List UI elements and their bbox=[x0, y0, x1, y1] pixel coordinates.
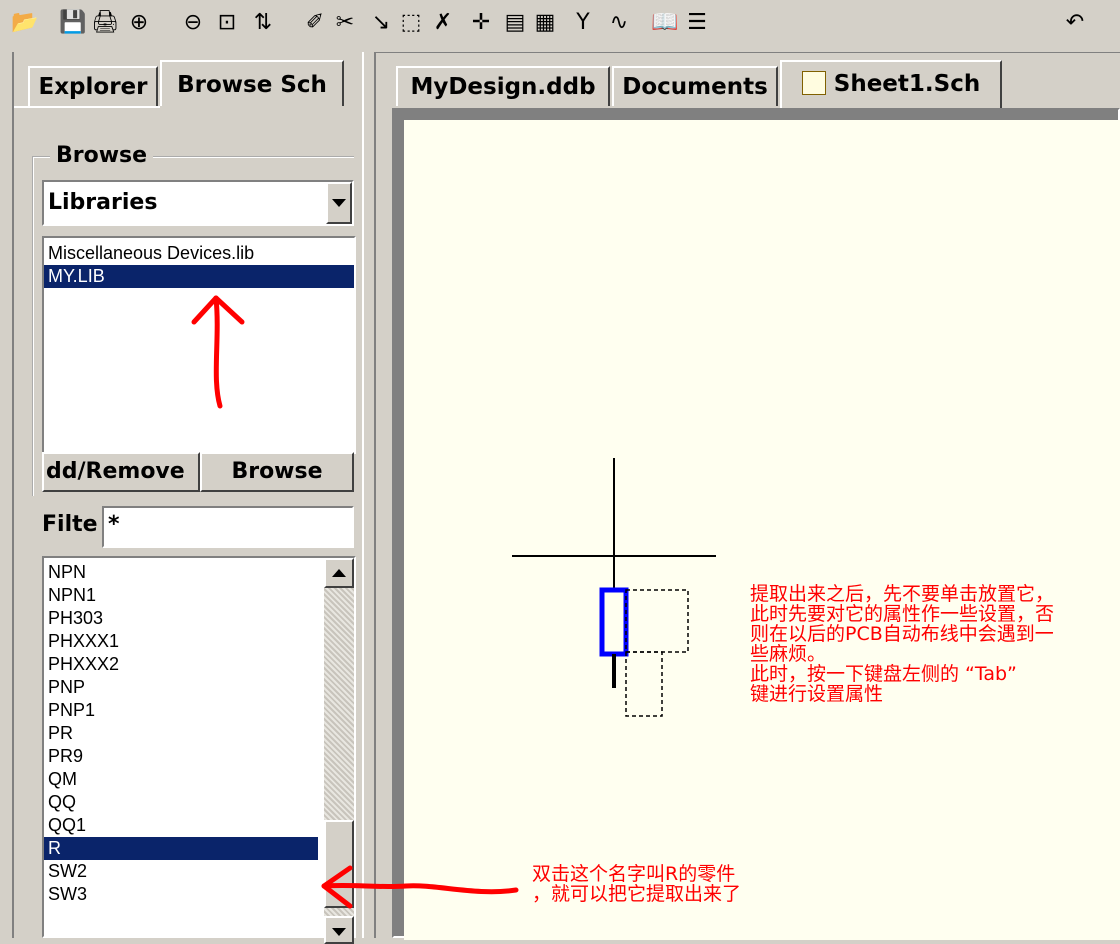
undo-icon[interactable]: ↶ bbox=[1060, 8, 1090, 38]
browse-select[interactable]: Libraries bbox=[42, 180, 354, 226]
simulate-icon[interactable]: ∿ bbox=[604, 8, 634, 38]
comment-outline bbox=[625, 651, 663, 717]
canvas-annotation: 提取出来之后，先不要单击放置它， 此时先要对它的属性作一些设置，否 则在以后的PCB… bbox=[750, 583, 1055, 705]
component-item[interactable]: PNP bbox=[44, 676, 318, 699]
annotation-line: 此时，按一下键盘左侧的 “Tab” bbox=[750, 663, 1017, 685]
doc-tab-mydesign[interactable]: MyDesign.ddb bbox=[396, 66, 610, 106]
list-icon[interactable]: ☰ bbox=[682, 8, 712, 38]
doc-tab-documents[interactable]: Documents bbox=[612, 66, 778, 106]
annotation-line: 双击这个名字叫R的零件 bbox=[532, 863, 736, 885]
annotation-line: 提取出来之后，先不要单击放置它， bbox=[750, 583, 1055, 605]
arrow-up-icon bbox=[332, 569, 346, 577]
component-item[interactable]: PHXXX1 bbox=[44, 630, 318, 653]
deselect-icon[interactable]: ✗ bbox=[428, 8, 458, 38]
zoom-fit-icon[interactable]: ⊡ bbox=[212, 8, 242, 38]
filter-input[interactable]: * bbox=[102, 506, 354, 548]
component-item[interactable]: PHXXX2 bbox=[44, 653, 318, 676]
arrow-down-icon bbox=[332, 928, 346, 936]
save-icon[interactable]: 💾 bbox=[58, 8, 88, 38]
magic-wand-icon[interactable]: ✐ bbox=[300, 8, 330, 38]
tab-browse-sch-label: Browse Sch bbox=[177, 72, 327, 98]
doc-tab-sheet1-label: Sheet1.Sch bbox=[833, 71, 981, 97]
book-icon[interactable]: 📖 bbox=[650, 8, 680, 38]
tab-browse-sch[interactable]: Browse Sch bbox=[160, 60, 344, 106]
component-item[interactable]: SW3 bbox=[44, 883, 318, 906]
component-preview[interactable] bbox=[500, 450, 730, 730]
hierarchy-icon[interactable]: ⇅ bbox=[248, 8, 278, 38]
component-item[interactable]: PR9 bbox=[44, 745, 318, 768]
annotation-line: 键进行设置属性 bbox=[750, 683, 884, 705]
component-item[interactable]: R bbox=[44, 837, 318, 860]
component-item[interactable]: NPN1 bbox=[44, 584, 318, 607]
toolbar: 📂 💾 🖨 ⊕ ⊖ ⊡ ⇅ ✐ ✂ ↘ ⬚ ✗ ✛ ▤ ▦ Y ∿ 📖 ☰ ↶ bbox=[0, 0, 1120, 53]
list-annotation: 双击这个名字叫R的零件 ，就可以把它提取出来了 bbox=[532, 863, 742, 905]
line-tool-icon[interactable]: ↘ bbox=[366, 8, 396, 38]
component-item[interactable]: QQ bbox=[44, 791, 318, 814]
component-list[interactable]: NPN NPN1 PH303 PHXXX1 PHXXX2 PNP PNP1 PR PR9 QM QQ… bbox=[42, 556, 356, 938]
zoom-in-icon[interactable]: ⊕ bbox=[124, 8, 154, 38]
annotation-line: 则在以后的PCB自动布线中会遇到一 bbox=[750, 623, 1054, 645]
annotation-line: ，就可以把它提取出来了 bbox=[532, 883, 742, 905]
zoom-out-icon[interactable]: ⊖ bbox=[178, 8, 208, 38]
filter-label: Filte bbox=[42, 512, 98, 537]
scroll-up-button[interactable] bbox=[324, 558, 354, 588]
select-rect-icon[interactable]: ⬚ bbox=[396, 8, 426, 38]
probe-icon[interactable]: Y bbox=[568, 8, 598, 38]
add-remove-label: dd/Remove bbox=[46, 459, 185, 484]
tab-baseline bbox=[14, 106, 160, 108]
component-item[interactable]: PR bbox=[44, 722, 318, 745]
designator-outline bbox=[625, 589, 689, 653]
browse-button[interactable]: Browse bbox=[200, 452, 354, 492]
filter-value: * bbox=[108, 512, 120, 537]
scroll-down-button[interactable] bbox=[324, 916, 354, 944]
component-item[interactable]: SW2 bbox=[44, 860, 318, 883]
print-icon[interactable]: 🖨 bbox=[90, 8, 120, 38]
doc-tab-sheet1[interactable]: Sheet1.Sch bbox=[780, 60, 1002, 108]
browse-button-label: Browse bbox=[231, 459, 323, 484]
tab-explorer-label: Explorer bbox=[38, 74, 148, 100]
schematic-doc-icon bbox=[801, 70, 826, 95]
tab-explorer[interactable]: Explorer bbox=[28, 66, 158, 106]
component-item[interactable]: QM bbox=[44, 768, 318, 791]
wire-tool-icon[interactable]: ✂ bbox=[330, 8, 360, 38]
library-item[interactable]: MY.LIB bbox=[44, 265, 354, 288]
browse-group-label: Browse bbox=[50, 142, 154, 170]
browse-library-icon[interactable]: ▦ bbox=[530, 8, 560, 38]
library-icon[interactable]: ▤ bbox=[500, 8, 530, 38]
doc-tab-documents-label: Documents bbox=[622, 74, 768, 100]
splitter[interactable] bbox=[362, 52, 376, 938]
annotation-line: 此时先要对它的属性作一些设置，否 bbox=[750, 603, 1055, 625]
move-icon[interactable]: ✛ bbox=[466, 8, 496, 38]
component-item[interactable]: PH303 bbox=[44, 607, 318, 630]
left-panel-edge bbox=[12, 52, 14, 938]
annotation-line: 些麻烦。 bbox=[750, 643, 827, 665]
open-folder-icon[interactable]: 📂 bbox=[10, 8, 40, 38]
library-item[interactable]: Miscellaneous Devices.lib bbox=[44, 242, 354, 265]
component-item[interactable]: PNP1 bbox=[44, 699, 318, 722]
arrow-up-annotation bbox=[191, 295, 245, 409]
chevron-down-icon bbox=[332, 199, 346, 207]
component-item[interactable]: QQ1 bbox=[44, 814, 318, 837]
component-body bbox=[599, 587, 629, 657]
arrow-left-annotation bbox=[321, 865, 519, 909]
browse-select-value: Libraries bbox=[48, 190, 158, 215]
component-item[interactable]: NPN bbox=[44, 561, 318, 584]
dropdown-button[interactable] bbox=[326, 182, 352, 224]
doc-tab-mydesign-label: MyDesign.ddb bbox=[410, 74, 596, 100]
add-remove-button[interactable]: dd/Remove bbox=[42, 452, 200, 492]
